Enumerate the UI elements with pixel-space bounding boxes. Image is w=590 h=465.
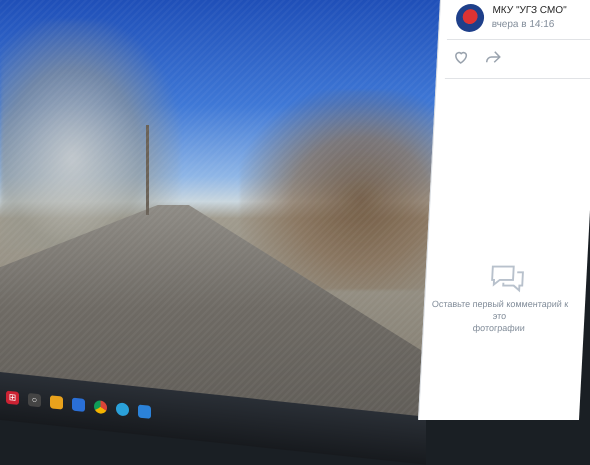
chrome-icon[interactable]	[94, 399, 107, 414]
store-icon[interactable]	[138, 404, 151, 419]
post-timestamp[interactable]: вчера в 14:16	[491, 19, 554, 30]
post-photo[interactable]	[0, 0, 450, 420]
heart-icon[interactable]	[452, 48, 471, 66]
empty-comments-text: Оставьте первый комментарий к это фотогр…	[423, 298, 575, 334]
browser-icon[interactable]	[72, 397, 85, 412]
author-name[interactable]: МКУ "УГЗ СМО"	[492, 5, 567, 16]
share-arrow-icon[interactable]	[484, 48, 503, 66]
task-view-icon[interactable]	[50, 394, 63, 410]
telegram-icon[interactable]	[116, 401, 129, 417]
divider	[444, 78, 590, 79]
search-icon[interactable]: ○	[28, 392, 41, 407]
start-icon[interactable]: ⊞	[6, 390, 19, 405]
post-side-panel: МКУ "УГЗ СМО" вчера в 14:16 Оставьте пер…	[417, 0, 590, 420]
avatar[interactable]	[455, 4, 485, 32]
screen-moire	[0, 0, 450, 420]
comment-bubbles-icon	[491, 265, 524, 293]
empty-comments-line-2: фотографии	[472, 323, 526, 333]
empty-comments-line-1: Оставьте первый комментарий к это	[431, 299, 569, 321]
divider	[446, 39, 590, 40]
